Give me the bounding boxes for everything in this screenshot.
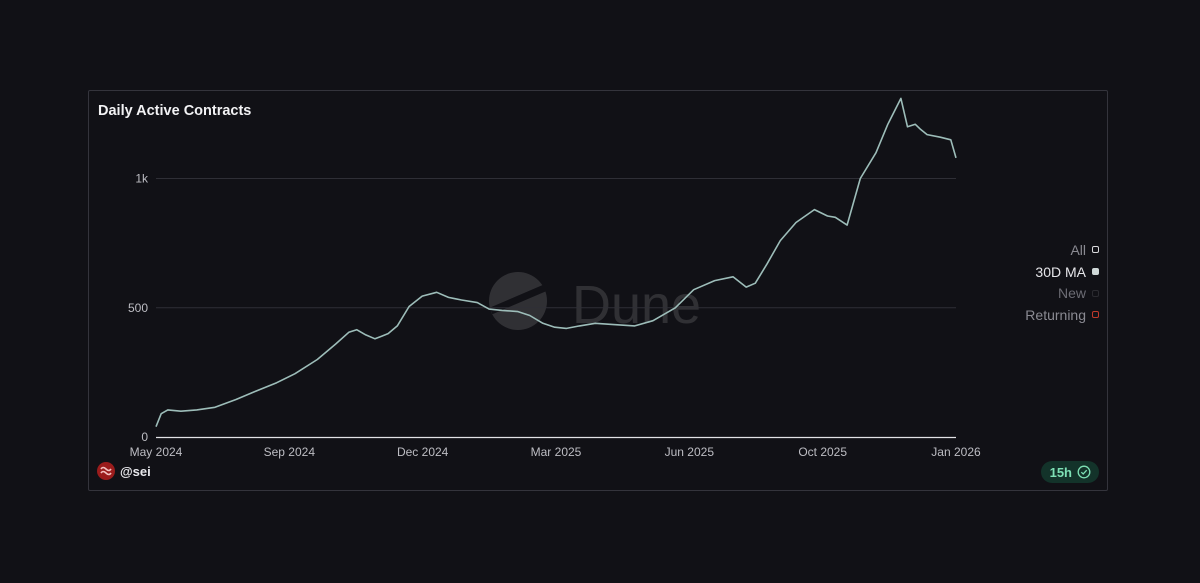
chart-legend: All 30D MA New Returning (899, 239, 1099, 326)
legend-label: New (1057, 285, 1086, 302)
x-tick-label: Jun 2025 (665, 445, 715, 459)
sei-logo-icon (97, 462, 115, 480)
legend-label: Returning (1025, 306, 1086, 323)
x-tick-label: Jan 2026 (931, 445, 981, 459)
x-tick-label: May 2024 (130, 445, 183, 459)
chart-card: Daily Active Contracts Dune 0 500 1k May 20… (88, 90, 1108, 491)
legend-item-new[interactable]: New (899, 282, 1099, 304)
freshness-badge[interactable]: 15h (1040, 461, 1099, 483)
legend-item-returning[interactable]: Returning (899, 304, 1099, 326)
x-tick-label: Mar 2025 (531, 445, 582, 459)
x-tick-label: Oct 2025 (798, 445, 847, 459)
legend-item-all[interactable]: All (899, 239, 1099, 261)
x-tick-label: Sep 2024 (264, 445, 316, 459)
legend-label: 30D MA (1035, 263, 1086, 280)
legend-swatch (1092, 289, 1099, 297)
legend-item-30d-ma[interactable]: 30D MA (899, 261, 1099, 283)
legend-label: All (1070, 241, 1086, 258)
legend-swatch (1092, 311, 1099, 319)
author-handle[interactable]: @sei (120, 464, 151, 479)
freshness-label: 15h (1049, 464, 1072, 480)
legend-swatch (1092, 268, 1099, 276)
author-info[interactable]: @sei (97, 462, 151, 480)
y-tick-label: 1k (135, 172, 149, 186)
watermark: Dune (489, 272, 701, 335)
series-line-30d-ma (155, 97, 957, 427)
y-tick-label: 500 (128, 301, 148, 315)
legend-swatch (1092, 246, 1099, 254)
check-circle-icon (1077, 465, 1091, 479)
y-tick-label: 0 (141, 430, 148, 444)
x-tick-label: Dec 2024 (397, 445, 449, 459)
